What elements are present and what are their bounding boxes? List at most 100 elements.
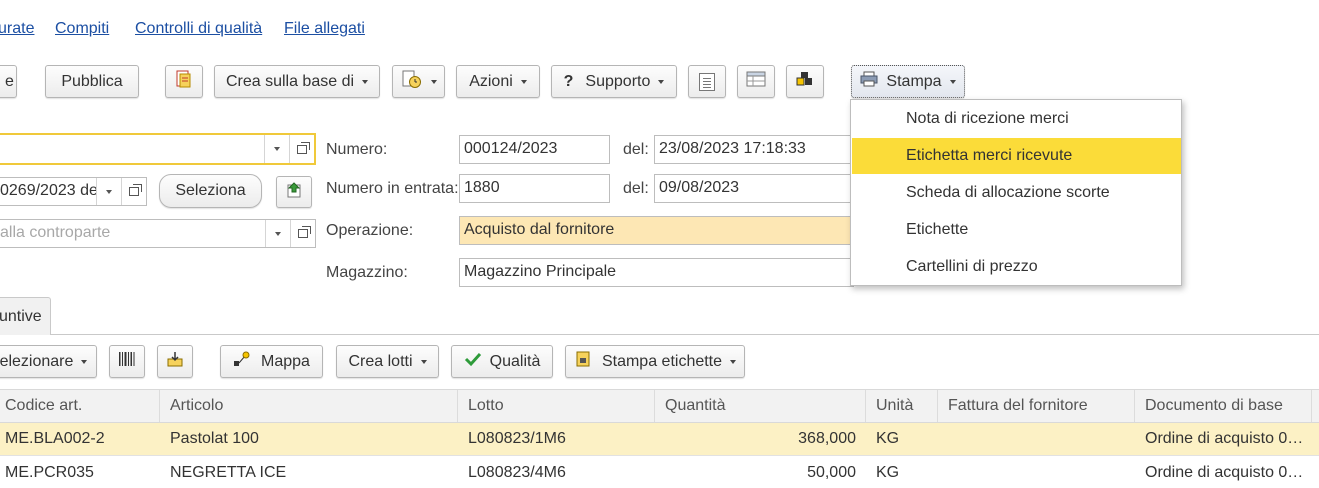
column-unit[interactable]: Unità bbox=[866, 390, 938, 422]
counterparty-field[interactable]: alla controparte bbox=[0, 219, 316, 248]
column-item[interactable]: Articolo bbox=[160, 390, 458, 422]
chevron-down-icon bbox=[658, 79, 665, 84]
fill-from-base-icon bbox=[285, 181, 303, 204]
counterparty-open[interactable] bbox=[290, 220, 315, 247]
incoming-date-value: 09/08/2023 bbox=[659, 179, 740, 196]
document-clock-icon bbox=[401, 69, 423, 94]
incoming-number-value: 1880 bbox=[464, 179, 500, 196]
select-items-button[interactable]: elezionare bbox=[0, 345, 97, 378]
create-based-on-label: Crea sulla base di bbox=[225, 72, 355, 90]
cell-supplier-invoice bbox=[938, 457, 1135, 488]
select-items-label: elezionare bbox=[0, 352, 74, 370]
printer-icon bbox=[860, 71, 878, 92]
incoming-date-field[interactable]: 09/08/2023 bbox=[654, 174, 854, 203]
checkmark-icon bbox=[464, 351, 482, 372]
column-lot[interactable]: Lotto bbox=[458, 390, 655, 422]
cell-base-document: Ordine di acquisto 0… bbox=[1145, 430, 1304, 447]
structure-button[interactable] bbox=[786, 65, 824, 98]
cell-lot: L080823/4M6 bbox=[468, 464, 566, 481]
supplier-field[interactable] bbox=[0, 133, 316, 165]
column-code[interactable]: Codice art. bbox=[0, 390, 160, 422]
number-field[interactable]: 000124/2023 bbox=[459, 135, 610, 164]
chevron-down-icon bbox=[362, 79, 369, 84]
date-label: del: bbox=[623, 141, 649, 158]
open-form-icon bbox=[129, 184, 142, 196]
cell-code: ME.BLA002-2 bbox=[5, 430, 105, 447]
quality-button[interactable]: Qualità bbox=[451, 345, 553, 378]
select-button[interactable]: Seleziona bbox=[159, 174, 262, 208]
column-supplier-invoice[interactable]: Fattura del fornitore bbox=[938, 390, 1135, 422]
cell-quantity: 368,000 bbox=[798, 430, 856, 447]
operation-field[interactable]: Acquisto dal fornitore bbox=[459, 216, 854, 245]
cell-supplier-invoice bbox=[938, 423, 1135, 455]
fill-button[interactable] bbox=[276, 176, 312, 208]
save-close-label: e bbox=[5, 72, 14, 90]
table-row[interactable]: ME.BLA002-2 Pastolat 100 L080823/1M6 368… bbox=[0, 423, 1319, 456]
print-button[interactable]: Stampa bbox=[851, 65, 965, 98]
create-based-on-button[interactable]: Crea sulla base di bbox=[214, 65, 380, 98]
link-compiti[interactable]: Compiti bbox=[55, 20, 109, 38]
barcode-icon bbox=[117, 350, 137, 373]
actions-button[interactable]: Azioni bbox=[456, 65, 540, 98]
cell-item: Pastolat 100 bbox=[170, 430, 259, 447]
tab-additional[interactable]: untive bbox=[0, 297, 51, 335]
warehouse-field[interactable]: Magazzino Principale bbox=[459, 258, 854, 287]
menu-item-labels[interactable]: Etichette bbox=[852, 212, 1181, 248]
print-label: Stampa bbox=[886, 72, 942, 90]
help-icon: ? bbox=[563, 72, 574, 90]
chevron-down-icon bbox=[275, 231, 281, 236]
link-controlli-qualita[interactable]: Controlli di qualità bbox=[135, 20, 262, 38]
table-row[interactable]: ME.PCR035 NEGRETTA ICE L080823/4M6 50,00… bbox=[0, 457, 1319, 488]
create-lots-label: Crea lotti bbox=[348, 352, 413, 370]
map-button[interactable]: Mappa bbox=[220, 345, 323, 378]
table-view-button[interactable] bbox=[737, 65, 775, 98]
incoming-number-field[interactable]: 1880 bbox=[459, 174, 610, 203]
report-button[interactable] bbox=[165, 65, 203, 98]
print-labels-button[interactable]: Stampa etichette bbox=[565, 345, 745, 378]
support-button[interactable]: ? Supporto bbox=[551, 65, 677, 98]
link-configurate[interactable]: urate bbox=[0, 20, 34, 38]
contract-dropdown[interactable] bbox=[96, 178, 121, 205]
chevron-down-icon bbox=[81, 359, 88, 364]
column-base-document[interactable]: Documento di base bbox=[1135, 390, 1312, 422]
warehouse-value: Magazzino Principale bbox=[464, 263, 617, 280]
actions-label: Azioni bbox=[469, 72, 513, 90]
link-file-allegati[interactable]: File allegati bbox=[284, 20, 365, 38]
select-label: Seleziona bbox=[175, 182, 246, 199]
table-header: Codice art. Articolo Lotto Quantità Unit… bbox=[0, 389, 1319, 423]
warehouse-label: Magazzino: bbox=[326, 264, 408, 281]
table-icon bbox=[746, 71, 766, 92]
related-docs-button[interactable] bbox=[392, 65, 445, 98]
support-label: Supporto bbox=[585, 72, 651, 90]
operation-value: Acquisto dal fornitore bbox=[464, 221, 615, 238]
incoming-number-label: Numero in entrata: bbox=[326, 180, 459, 197]
menu-item-goods-receipt-note[interactable]: Nota di ricezione merci bbox=[852, 101, 1181, 137]
map-label: Mappa bbox=[261, 352, 310, 370]
chevron-down-icon bbox=[949, 79, 956, 84]
menu-item-stock-allocation-sheet[interactable]: Scheda di allocazione scorte bbox=[852, 175, 1181, 211]
tab-divider bbox=[51, 334, 1319, 335]
supplier-dropdown[interactable] bbox=[264, 135, 289, 163]
publish-label: Pubblica bbox=[61, 72, 123, 90]
chevron-down-icon bbox=[730, 359, 737, 364]
cell-lot: L080823/1M6 bbox=[468, 430, 566, 447]
column-quantity[interactable]: Quantità bbox=[655, 390, 866, 422]
report-icon bbox=[174, 69, 194, 94]
menu-item-price-tags[interactable]: Cartellini di prezzo bbox=[852, 249, 1181, 285]
cell-code: ME.PCR035 bbox=[5, 464, 94, 481]
counterparty-dropdown[interactable] bbox=[265, 220, 290, 247]
contract-field[interactable]: 0269/2023 de bbox=[0, 177, 147, 206]
import-button[interactable] bbox=[157, 345, 193, 378]
cell-unit: KG bbox=[876, 430, 900, 447]
date-field[interactable]: 23/08/2023 17:18:33 bbox=[654, 135, 854, 164]
map-icon bbox=[233, 351, 251, 372]
barcode-button[interactable] bbox=[109, 345, 145, 378]
publish-button[interactable]: Pubblica bbox=[45, 65, 139, 98]
document-button[interactable] bbox=[688, 65, 726, 98]
contract-open[interactable] bbox=[121, 178, 146, 205]
quality-label: Qualità bbox=[489, 352, 541, 370]
create-lots-button[interactable]: Crea lotti bbox=[336, 345, 439, 378]
save-close-button[interactable]: e bbox=[0, 65, 17, 98]
supplier-open[interactable] bbox=[289, 135, 314, 163]
menu-item-received-goods-label[interactable]: Etichetta merci ricevute bbox=[852, 138, 1181, 174]
